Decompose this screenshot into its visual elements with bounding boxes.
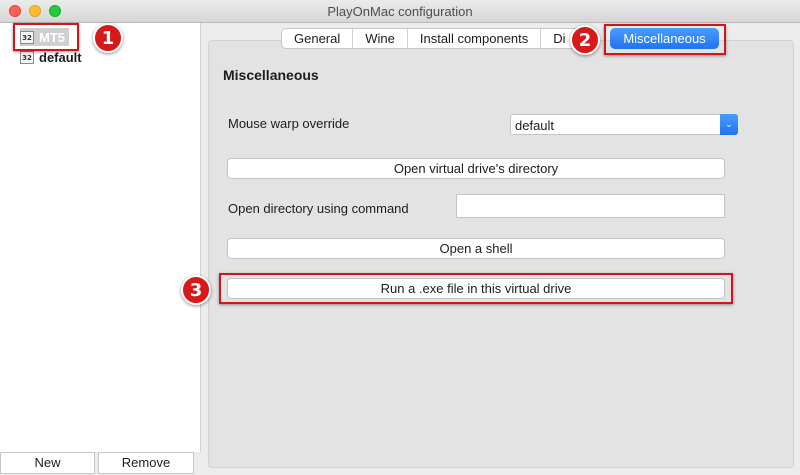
title-bar: PlayOnMac configuration [0,0,800,23]
highlight-box-1 [13,23,79,51]
highlight-box-2 [604,24,726,55]
tab-bar: General Wine Install components Di [281,28,579,49]
tab-wine[interactable]: Wine [353,29,408,48]
open-shell-button[interactable]: Open a shell [227,238,725,259]
section-title: Miscellaneous [223,67,319,83]
drive-label: default [39,49,82,65]
mouse-warp-value: default [515,118,555,133]
virtual-drive-list: 32 MT5 32 default [0,23,201,452]
chevron-down-icon: ⌄ [720,114,738,135]
remove-button[interactable]: Remove [98,452,194,474]
mouse-warp-select[interactable]: default ⌄ [510,114,738,135]
highlight-box-3 [219,273,733,304]
step-badge-3: 3 [181,275,211,305]
open-command-label: Open directory using command [228,201,409,216]
tab-install-components[interactable]: Install components [408,29,542,48]
tab-general[interactable]: General [282,29,354,48]
step-badge-2: 2 [570,25,600,55]
open-virtual-drive-directory-button[interactable]: Open virtual drive's directory [227,158,725,179]
drive-icon: 32 [20,50,34,64]
window-title: PlayOnMac configuration [327,4,473,19]
open-command-input[interactable] [456,194,725,218]
new-button[interactable]: New [0,452,95,474]
mouse-warp-label: Mouse warp override [228,116,350,131]
step-badge-1: 1 [93,23,123,53]
